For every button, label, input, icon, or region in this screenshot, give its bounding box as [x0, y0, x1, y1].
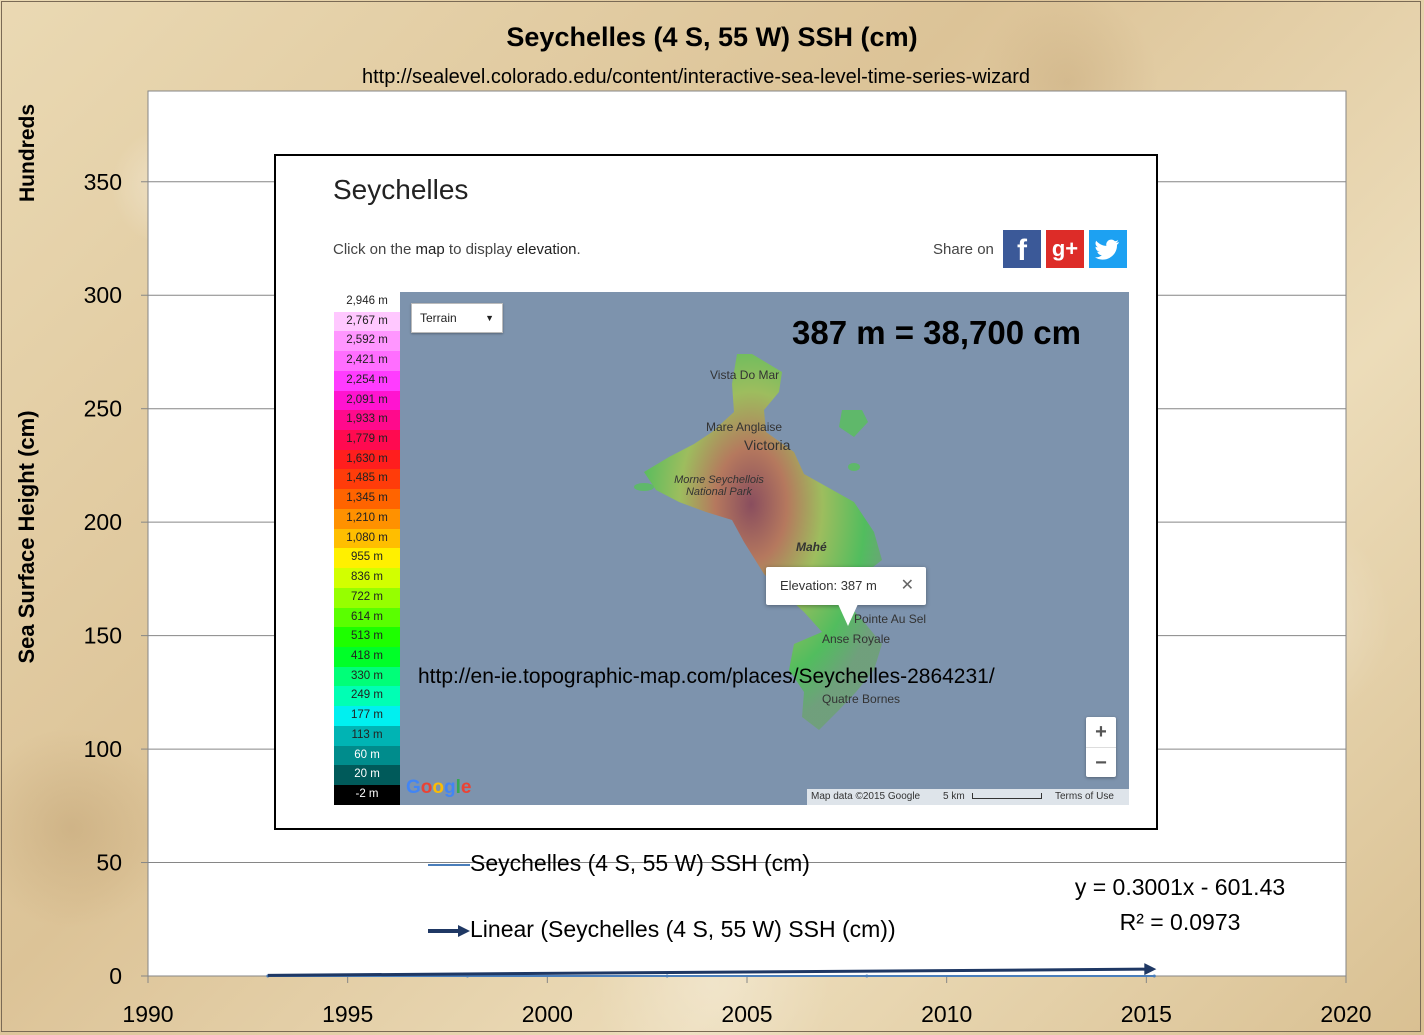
x-tick-label: 2010 [921, 1001, 972, 1027]
elevation-scale-entry: 1,485 m [334, 469, 400, 490]
zoom-in-button[interactable]: + [1086, 717, 1116, 747]
elevation-scale-entry: 330 m [334, 666, 400, 687]
instruction-part: Click on the [333, 241, 416, 258]
elevation-scale-entry: 722 m [334, 587, 400, 608]
elevation-scale: 2,946 m 2,767 m 2,592 m 2,421 m 2,254 m 2,091… [334, 292, 400, 805]
place-label: Mare Anglaise [706, 420, 783, 434]
scale-label: 5 km [943, 791, 965, 802]
elevation-popup: Elevation: 387 m ✕ [766, 567, 926, 626]
y-tick-label: 100 [84, 736, 122, 762]
popup-text: Elevation: 387 m [780, 578, 877, 593]
elevation-scale-entry: 955 m [334, 548, 400, 569]
elevation-scale-entry: 2,592 m [334, 331, 400, 352]
inset-title: Seychelles [333, 174, 469, 205]
elevation-annotation: 387 m = 38,700 cm [792, 314, 1081, 351]
y-tick-label: 0 [109, 963, 122, 989]
elevation-scale-entry: 614 m [334, 607, 400, 628]
elevation-scale-entry: 1,080 m [334, 528, 400, 549]
place-label: Mahé [796, 540, 827, 554]
series-point-ssh [865, 974, 869, 978]
trendline-equation: y = 0.3001x - 601.43 [1074, 874, 1286, 900]
google-plus-icon[interactable]: g+ [1046, 230, 1084, 268]
y-tick-label: 350 [84, 169, 122, 195]
share-label: Share on [933, 241, 994, 258]
place-label: Morne Seychellois National Park [674, 474, 764, 498]
source-url: http://en-ie.topographic-map.com/places/… [418, 665, 995, 688]
elevation-scale-entry: 60 m [334, 745, 400, 766]
y-tick-label: 200 [84, 509, 122, 535]
attribution-text: Map data ©2015 Google [811, 791, 921, 802]
legend-label-ssh: Seychelles (4 S, 55 W) SSH (cm) [470, 850, 810, 876]
elevation-scale-entry: 2,767 m [334, 311, 400, 332]
elevation-scale-entry: 1,630 m [334, 449, 400, 470]
elevation-scale-entry: 2,421 m [334, 351, 400, 371]
elevation-scale-entry: 418 m [334, 646, 400, 667]
y-tick-label: 50 [96, 850, 122, 876]
elevation-scale-entry: 513 m [334, 627, 400, 647]
elevation-scale-entry: 1,779 m [334, 430, 400, 450]
legend-entry-ssh: Seychelles (4 S, 55 W) SSH (cm) [428, 850, 810, 877]
elevation-scale-entry: 1,345 m [334, 489, 400, 509]
instruction-part: to display [444, 241, 517, 258]
y-tick-label: 300 [84, 282, 122, 308]
instruction-elevation-word: elevation [516, 241, 577, 258]
zoom-control: + − [1086, 717, 1116, 777]
legend-label-linear: Linear (Seychelles (4 S, 55 W) SSH (cm)) [470, 916, 896, 942]
elevation-scale-entry: 249 m [334, 686, 400, 707]
place-label: Vista Do Mar [710, 368, 780, 382]
elevation-scale-entry: 177 m [334, 706, 400, 726]
x-tick-label: 2005 [721, 1001, 772, 1027]
legend-swatch-linear [428, 924, 470, 937]
terms-link[interactable]: Terms of Use [1055, 789, 1114, 805]
place-label: Anse Royale [822, 632, 891, 646]
inset-map-panel: Seychelles Click on the map to display e… [274, 154, 1158, 830]
elevation-scale-entry: 2,091 m [334, 390, 400, 411]
map-attribution: Map data ©2015 Google 5 km Terms of Use [807, 789, 1129, 805]
instruction-part: . [576, 241, 581, 258]
legend-swatch-ssh [428, 863, 470, 866]
elevation-scale-entry: 2,254 m [334, 370, 400, 391]
twitter-icon[interactable] [1089, 230, 1127, 268]
x-tick-label: 1990 [122, 1001, 173, 1027]
elevation-scale-entry: 2,946 m [334, 292, 400, 312]
elevation-scale-entry: 20 m [334, 765, 400, 785]
popup-tail [838, 604, 858, 626]
map-type-select[interactable]: Terrain ▼ [411, 303, 503, 333]
place-label: Pointe Au Sel [854, 612, 927, 626]
map-type-label: Terrain [420, 311, 457, 325]
inset-instruction: Click on the map to display elevation. [333, 241, 581, 258]
series-point-ssh [1152, 974, 1156, 978]
google-logo: Google [406, 777, 472, 798]
elevation-scale-entry: 1,933 m [334, 410, 400, 431]
facebook-icon[interactable]: f [1003, 230, 1041, 268]
close-icon[interactable]: ✕ [901, 567, 914, 605]
elevation-scale-entry: -2 m [334, 784, 400, 805]
zoom-out-button[interactable]: − [1086, 747, 1116, 778]
elevation-scale-entry: 1,210 m [334, 508, 400, 529]
trendline-r2: R² = 0.0973 [1119, 909, 1241, 935]
topographic-map[interactable]: 2,946 m 2,767 m 2,592 m 2,421 m 2,254 m 2,091… [334, 292, 1129, 805]
y-tick-label: 250 [84, 396, 122, 422]
y-tick-label: 150 [84, 623, 122, 649]
elevation-scale-entry: 113 m [334, 725, 400, 746]
x-tick-label: 2015 [1121, 1001, 1172, 1027]
chevron-down-icon: ▼ [485, 313, 494, 323]
place-label: Quatre Bornes [822, 692, 901, 706]
x-tick-label: 1995 [322, 1001, 373, 1027]
x-tick-label: 2000 [522, 1001, 573, 1027]
place-label: Victoria [744, 437, 791, 453]
scale-bar [972, 793, 1042, 799]
legend-entry-linear: Linear (Seychelles (4 S, 55 W) SSH (cm)) [428, 916, 896, 943]
elevation-scale-entry: 836 m [334, 568, 400, 588]
x-tick-label: 2020 [1320, 1001, 1371, 1027]
series-point-ssh [665, 974, 669, 978]
instruction-map-word: map [415, 241, 445, 258]
